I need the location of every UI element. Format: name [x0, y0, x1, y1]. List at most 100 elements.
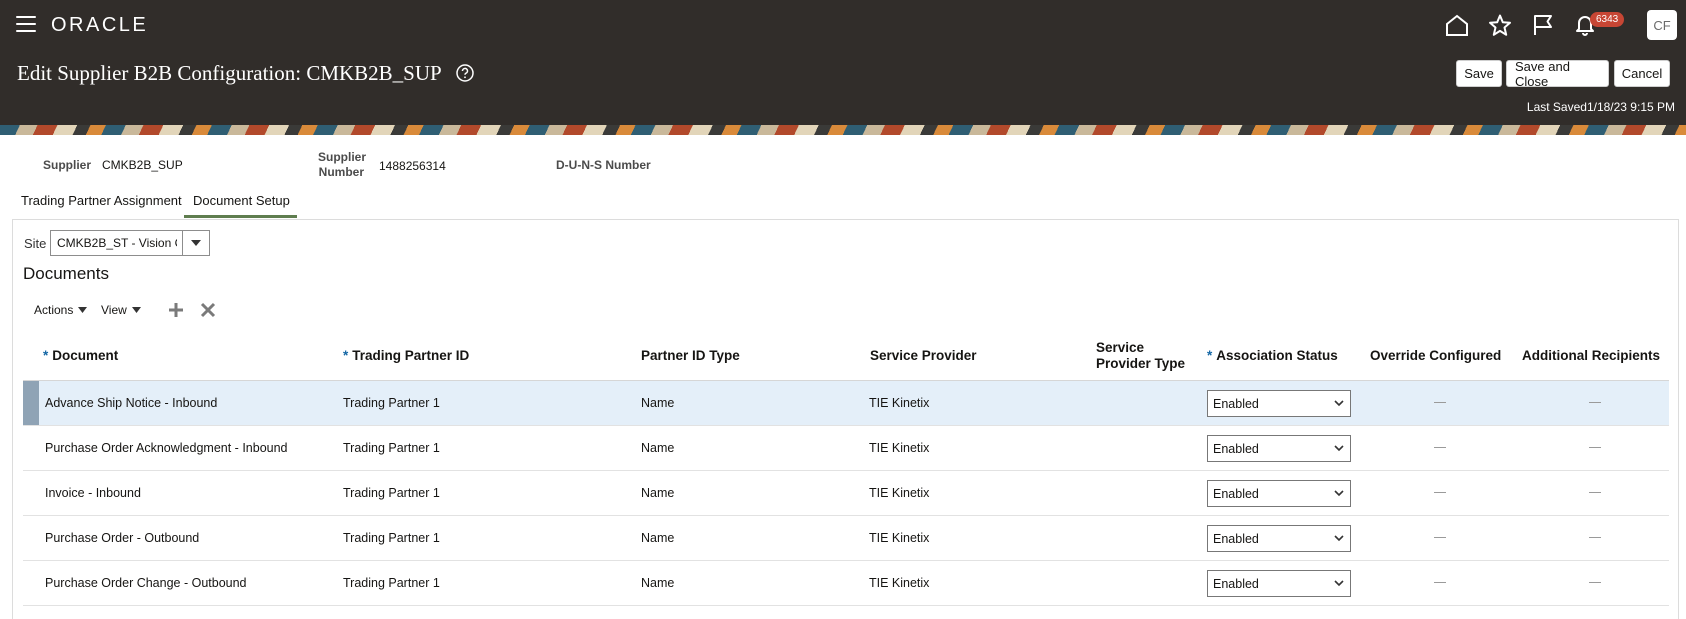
- association-status-value: Enabled: [1213, 396, 1259, 411]
- chevron-down-icon: [1334, 445, 1344, 452]
- additional-recipients-empty: [1589, 402, 1601, 403]
- cell-trading-partner-id: Trading Partner 1: [343, 531, 440, 545]
- last-saved-label: Last Saved: [1526, 100, 1587, 114]
- cell-document: Invoice - Inbound: [45, 486, 141, 500]
- association-status-value: Enabled: [1213, 441, 1259, 456]
- cell-document: Purchase Order Change - Outbound: [45, 576, 247, 590]
- column-header-partner-id-type[interactable]: Partner ID Type: [641, 331, 740, 381]
- additional-recipients-empty: [1589, 492, 1601, 493]
- required-asterisk: *: [43, 348, 49, 363]
- notification-count-badge: 6343: [1590, 12, 1625, 27]
- override-configured-empty: [1434, 537, 1446, 538]
- caret-down-icon: [191, 240, 201, 246]
- column-header-document[interactable]: * Document: [43, 331, 118, 381]
- association-status-select[interactable]: Enabled: [1207, 435, 1351, 462]
- table-row[interactable]: Purchase Order Change - Outbound Trading…: [23, 561, 1669, 606]
- column-header-trading-partner-id[interactable]: * Trading Partner ID: [343, 331, 469, 381]
- cell-partner-id-type: Name: [641, 396, 675, 410]
- association-status-select[interactable]: Enabled: [1207, 480, 1351, 507]
- column-header-additional-recipients[interactable]: Additional Recipients: [1522, 331, 1660, 381]
- last-saved-value: 1/18/23 9:15 PM: [1586, 100, 1675, 114]
- tab-trading-partner-assignment[interactable]: Trading Partner Assignment: [21, 193, 182, 208]
- association-status-select[interactable]: Enabled: [1207, 390, 1351, 417]
- cell-document: Advance Ship Notice - Inbound: [45, 396, 218, 410]
- home-icon[interactable]: [1442, 10, 1472, 40]
- table-row[interactable]: Advance Ship Notice - Inbound Trading Pa…: [23, 381, 1669, 426]
- oracle-logo[interactable]: ORACLE: [51, 14, 148, 37]
- cell-document: Purchase Order - Outbound: [45, 531, 200, 545]
- cell-service-provider: TIE Kinetix: [869, 396, 930, 410]
- cell-trading-partner-id: Trading Partner 1: [343, 441, 440, 455]
- active-tab-indicator: [184, 215, 297, 218]
- cell-service-provider: TIE Kinetix: [869, 441, 930, 455]
- cell-service-provider: TIE Kinetix: [869, 486, 930, 500]
- last-saved-status: Last Saved1/18/23 9:15 PM: [1527, 100, 1675, 114]
- tab-document-setup[interactable]: Document Setup: [193, 193, 290, 208]
- association-status-select[interactable]: Enabled: [1207, 570, 1351, 597]
- row-selection-marker: [23, 426, 39, 470]
- cell-partner-id-type: Name: [641, 531, 675, 545]
- table-row[interactable]: Purchase Order Acknowledgment - Inbound …: [23, 426, 1669, 471]
- chevron-down-icon: [1334, 580, 1344, 587]
- association-status-select[interactable]: Enabled: [1207, 525, 1351, 552]
- table-row[interactable]: Invoice - Inbound Trading Partner 1 Name…: [23, 471, 1669, 516]
- override-configured-empty: [1434, 492, 1446, 493]
- delete-icon[interactable]: [200, 302, 216, 318]
- save-button[interactable]: Save: [1456, 60, 1502, 87]
- column-header-service-provider-type-line2: Provider Type: [1096, 356, 1186, 371]
- cell-service-provider: TIE Kinetix: [869, 531, 930, 545]
- help-icon[interactable]: [456, 64, 474, 87]
- row-selection-marker: [23, 561, 39, 605]
- column-header-service-provider-type-line1: Service: [1096, 340, 1145, 355]
- column-header-override-configured[interactable]: Override Configured: [1370, 331, 1501, 381]
- column-header-trading-partner-id-label: Trading Partner ID: [352, 348, 470, 363]
- site-dropdown-button[interactable]: [182, 230, 210, 256]
- additional-recipients-empty: [1589, 582, 1601, 583]
- additional-recipients-empty: [1589, 447, 1601, 448]
- view-menu[interactable]: View: [101, 303, 141, 317]
- chevron-down-icon: [1334, 400, 1344, 407]
- supplier-label: Supplier: [43, 158, 92, 172]
- cancel-button[interactable]: Cancel: [1614, 60, 1670, 87]
- column-header-association-status-label: Association Status: [1216, 348, 1338, 363]
- menu-icon[interactable]: [16, 16, 36, 32]
- user-avatar[interactable]: CF: [1647, 10, 1677, 40]
- association-status-value: Enabled: [1213, 531, 1259, 546]
- column-header-service-provider-type[interactable]: Service Provider Type: [1096, 331, 1185, 381]
- column-header-document-label: Document: [52, 348, 119, 363]
- save-and-close-button[interactable]: Save and Close: [1506, 59, 1609, 89]
- cell-partner-id-type: Name: [641, 441, 675, 455]
- column-header-service-provider[interactable]: Service Provider: [870, 331, 977, 381]
- decorative-banner: [0, 125, 1686, 135]
- chevron-down-icon: [1334, 490, 1344, 497]
- cell-partner-id-type: Name: [641, 486, 675, 500]
- actions-menu-label: Actions: [34, 303, 74, 317]
- cell-service-provider: TIE Kinetix: [869, 576, 930, 590]
- override-configured-empty: [1434, 447, 1446, 448]
- row-selection-marker: [23, 381, 39, 425]
- documents-section-title: Documents: [23, 264, 109, 283]
- row-selection-marker: [23, 471, 39, 515]
- cell-trading-partner-id: Trading Partner 1: [343, 396, 440, 410]
- column-header-association-status[interactable]: * Association Status: [1207, 331, 1338, 381]
- cell-document: Purchase Order Acknowledgment - Inbound: [45, 441, 288, 455]
- association-status-value: Enabled: [1213, 576, 1259, 591]
- actions-menu[interactable]: Actions: [34, 303, 88, 317]
- site-input[interactable]: [50, 230, 183, 256]
- global-header: ORACLE 6343 CF Edit Supplier B2B Configu…: [0, 0, 1686, 125]
- page-title: Edit Supplier B2B Configuration: CMKB2B_…: [17, 61, 442, 85]
- row-selection-marker: [23, 516, 39, 560]
- association-status-value: Enabled: [1213, 486, 1259, 501]
- additional-recipients-empty: [1589, 537, 1601, 538]
- chevron-down-icon: [1334, 535, 1344, 542]
- supplier-number-label: Supplier Number: [318, 150, 366, 180]
- add-icon[interactable]: [168, 302, 184, 318]
- required-asterisk: *: [343, 348, 349, 363]
- cell-partner-id-type: Name: [641, 576, 675, 590]
- cell-trading-partner-id: Trading Partner 1: [343, 576, 440, 590]
- table-row[interactable]: Purchase Order - Outbound Trading Partne…: [23, 516, 1669, 561]
- watchlist-flag-icon[interactable]: [1528, 10, 1558, 40]
- cell-trading-partner-id: Trading Partner 1: [343, 486, 440, 500]
- favorites-star-icon[interactable]: [1485, 10, 1515, 40]
- site-label: Site: [24, 236, 47, 251]
